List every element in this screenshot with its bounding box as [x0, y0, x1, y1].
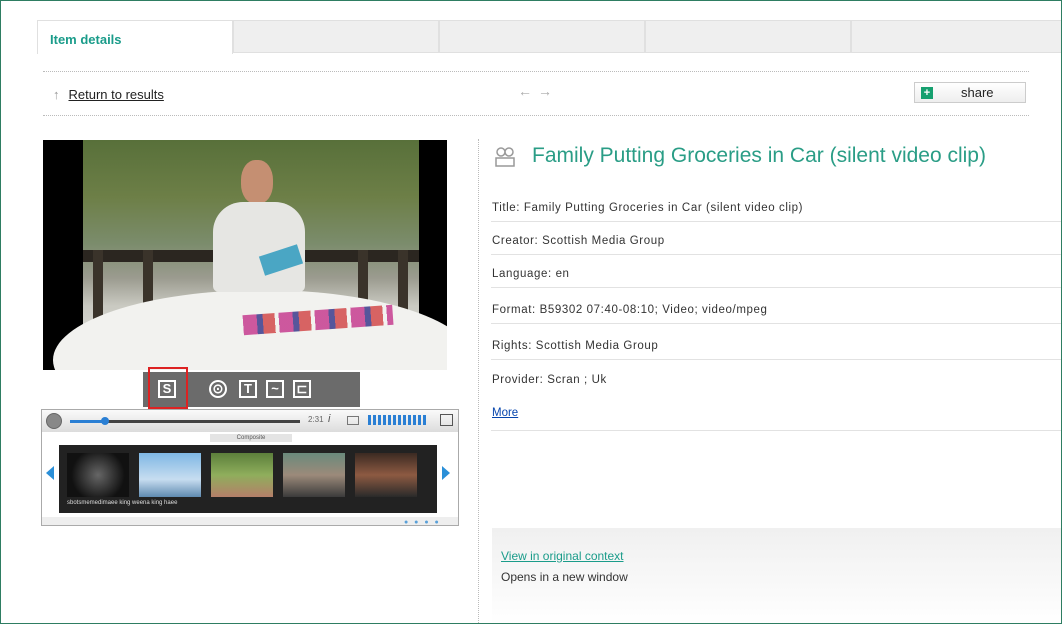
field-language: Language: en: [491, 255, 1061, 288]
plus-icon: +: [921, 87, 933, 99]
player-controls: 2:31 i: [42, 410, 458, 433]
strip-right-arrow-icon[interactable]: [442, 466, 450, 480]
prev-arrow-icon[interactable]: ←: [518, 83, 538, 99]
divider-nav: [43, 115, 1029, 116]
filmstrip: sbotsmemedimaee king weena king haee: [59, 445, 437, 513]
video-frame[interactable]: [43, 140, 447, 370]
thumbnail[interactable]: [355, 453, 417, 497]
app-frame: Item details ↑ Return to results ←→ + sha…: [0, 0, 1062, 624]
return-to-results-link[interactable]: Return to results: [69, 87, 164, 102]
field-value: Family Putting Groceries in Car (silent …: [523, 202, 804, 214]
play-pause-button[interactable]: [46, 413, 62, 429]
fullscreen-icon[interactable]: [440, 414, 453, 426]
seek-bar[interactable]: [70, 417, 300, 425]
strip-left-arrow-icon[interactable]: [46, 466, 54, 480]
divider-more: [491, 430, 1061, 431]
field-label: Language:: [492, 268, 552, 280]
media-player: 2:31 i Composite sbotsmemedimaee king we…: [41, 409, 459, 526]
composite-label: Composite: [210, 434, 292, 442]
return-to-results: ↑ Return to results: [53, 87, 164, 102]
new-window-note: Opens in a new window: [501, 570, 628, 584]
thumbnail[interactable]: [283, 453, 345, 497]
field-title: Title: Family Putting Groceries in Car (…: [491, 189, 1061, 222]
seek-progress: [70, 420, 105, 423]
tab-bar: Item details: [37, 20, 1061, 54]
railing-post: [93, 250, 103, 320]
field-value: B59302 07:40-08:10; Video; video/mpeg: [539, 304, 768, 316]
field-provider: Provider: Scran ; Uk: [491, 361, 1061, 394]
field-label: Rights:: [492, 340, 532, 352]
divider-top: [43, 71, 1029, 72]
field-creator: Creator: Scottish Media Group: [491, 222, 1061, 255]
mail-icon[interactable]: [347, 416, 359, 425]
tab-4[interactable]: [645, 20, 851, 53]
text-tool-button[interactable]: T: [239, 380, 257, 398]
thumbnail-caption: sbotsmemedimaee king weena king haee: [67, 500, 178, 506]
time-readout: 2:31: [308, 415, 324, 424]
person: [213, 160, 305, 292]
wave-icon[interactable]: ~: [266, 380, 284, 398]
next-arrow-icon[interactable]: →: [538, 83, 558, 99]
share-label: share: [961, 85, 994, 100]
tab-5[interactable]: [851, 20, 1061, 53]
view-original-context-link[interactable]: View in original context: [501, 549, 624, 563]
item-title: Family Putting Groceries in Car (silent …: [532, 144, 986, 167]
video-type-icon: [495, 147, 515, 167]
field-format: Format: B59302 07:40-08:10; Video; video…: [491, 291, 1061, 324]
up-arrow-icon: ↑: [53, 87, 60, 102]
tab-2[interactable]: [233, 20, 439, 53]
thumbnail[interactable]: [211, 453, 273, 497]
field-rights: Rights: Scottish Media Group: [491, 327, 1061, 360]
field-label: Provider:: [492, 374, 544, 386]
highlight-box: [148, 367, 188, 409]
field-label: Creator:: [492, 235, 539, 247]
video-still: [53, 140, 447, 370]
tab-item-details[interactable]: Item details: [37, 20, 233, 54]
person-head: [241, 160, 273, 204]
field-value: Scottish Media Group: [535, 340, 659, 352]
prev-next-arrows: ←→: [518, 83, 558, 99]
folder-icon[interactable]: ⊏: [293, 380, 311, 398]
thumbnail[interactable]: [67, 453, 129, 497]
field-label: Title:: [492, 202, 521, 214]
field-value: Scottish Media Group: [542, 235, 665, 247]
tab-item-details-label: Item details: [50, 32, 122, 47]
thumbnail-strip: Composite sbotsmemedimaee king weena kin…: [42, 432, 458, 517]
column-divider: [478, 139, 479, 623]
field-value: Scran ; Uk: [547, 374, 607, 386]
target-icon[interactable]: ⊙: [209, 380, 227, 398]
tab-3[interactable]: [439, 20, 645, 53]
pagination-dots[interactable]: ● ● ● ●: [404, 519, 441, 526]
more-link[interactable]: More: [492, 407, 518, 419]
field-label: Format:: [492, 304, 536, 316]
share-button[interactable]: + share: [914, 82, 1026, 103]
volume-slider[interactable]: [368, 415, 428, 425]
info-icon[interactable]: i: [328, 413, 330, 425]
seek-handle[interactable]: [100, 417, 109, 425]
thumbnail[interactable]: [139, 453, 201, 497]
field-value: en: [555, 268, 570, 280]
